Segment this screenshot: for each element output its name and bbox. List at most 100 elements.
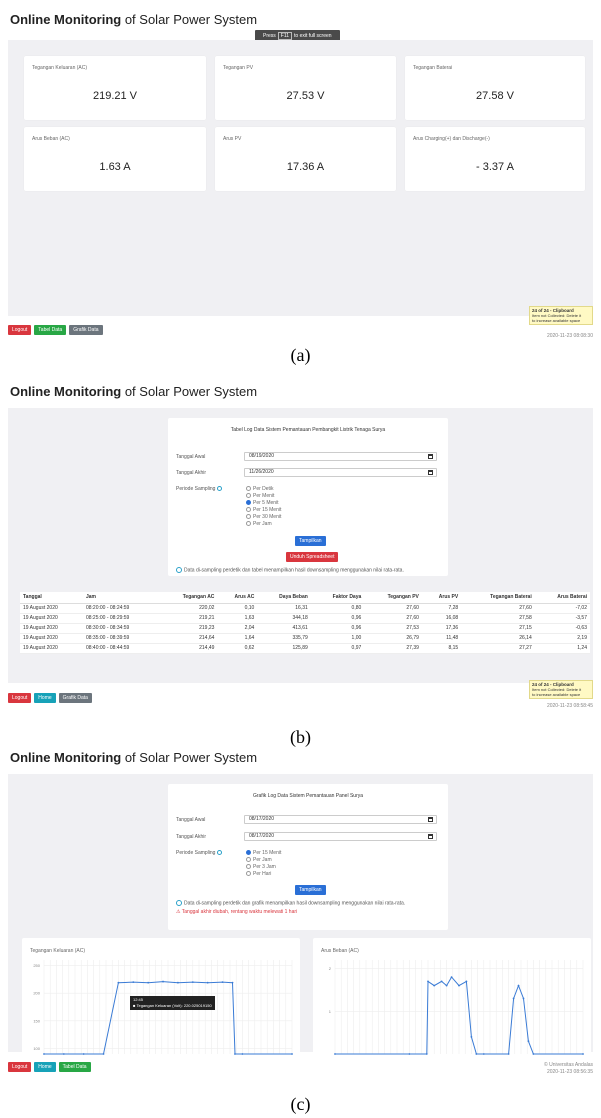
- unduh-spreadsheet-button[interactable]: Unduh Spreadsheet: [286, 552, 339, 562]
- logout-button[interactable]: Logout: [8, 325, 32, 335]
- radio-per-3-jam[interactable]: Per 3 Jam: [246, 864, 276, 870]
- tabel-data-button[interactable]: Tabel Data: [34, 325, 67, 335]
- app-title: Online Monitoring of Solar Power System: [10, 12, 258, 27]
- nav-buttons: Logout Home Tabel Data: [8, 1062, 91, 1072]
- radio-selected-icon: [246, 500, 251, 506]
- table-cell: 27,15: [461, 623, 535, 634]
- data-point: [221, 981, 224, 984]
- card-tegangan-pv: Tegangan PV 27.53 V: [215, 56, 396, 120]
- calendar-icon[interactable]: [428, 817, 433, 822]
- home-button[interactable]: Home: [34, 1062, 56, 1072]
- data-point: [231, 981, 234, 984]
- tabel-data-button[interactable]: Tabel Data: [58, 1062, 91, 1072]
- tampilkan-button[interactable]: Tampilkan: [295, 885, 326, 895]
- tanggal-akhir-input[interactable]: 08/17/2020: [244, 832, 437, 841]
- radio-per-menit[interactable]: Per Menit: [246, 493, 274, 499]
- data-point: [445, 984, 448, 987]
- radio-per-30-menit[interactable]: Per 30 Menit: [246, 514, 281, 520]
- table-cell: 27,60: [364, 603, 422, 614]
- col-tegangan-pv[interactable]: Tegangan PV: [364, 592, 422, 604]
- table-cell: 08:30:00 - 08:34:59: [82, 623, 160, 634]
- table-cell: 26,14: [461, 633, 535, 644]
- tanggal-awal-input[interactable]: 08/17/2020: [244, 815, 437, 824]
- table-cell: 08:35:00 - 08:39:59: [82, 633, 160, 644]
- radio-per-jam[interactable]: Per Jam: [246, 857, 272, 863]
- home-button[interactable]: Home: [34, 693, 56, 703]
- data-point: [522, 997, 525, 1000]
- table-cell: 27,58: [461, 613, 535, 624]
- timestamp: 2020-11-23 08:08:30: [546, 333, 593, 339]
- tampilkan-button[interactable]: Tampilkan: [295, 536, 326, 546]
- tanggal-awal-input[interactable]: 08/19/2020: [244, 452, 437, 461]
- radio-per-15-menit[interactable]: Per 15 Menit: [246, 850, 281, 856]
- grafik-data-button[interactable]: Grafik Data: [58, 693, 92, 703]
- table-cell: 0,96: [310, 623, 365, 634]
- app-title: Online Monitoring of Solar Power System: [10, 750, 258, 765]
- card-value: 27.53 V: [286, 90, 325, 102]
- logout-button[interactable]: Logout: [8, 693, 32, 703]
- radio-per-15-menit[interactable]: Per 15 Menit: [246, 507, 281, 513]
- card-label: Tegangan Keluaran (AC): [32, 65, 88, 71]
- data-point: [43, 1053, 45, 1055]
- log-area: Tabel Log Data Sistem Pemantauan Pembang…: [8, 408, 593, 683]
- table-cell: 220,02: [159, 603, 218, 614]
- table-cell: 16,31: [257, 603, 311, 614]
- data-point: [512, 997, 515, 1000]
- col-tanggal[interactable]: Tanggal: [20, 592, 83, 604]
- y-tick-label: 100: [33, 1046, 40, 1051]
- data-point: [427, 980, 429, 983]
- col-daya-beban[interactable]: Daya Beban: [257, 592, 311, 604]
- card-arus-charging: Arus Charging(+) dan Discharge(-) - 3.37 …: [405, 127, 585, 191]
- radio-per-5-menit[interactable]: Per 5 Menit: [246, 500, 279, 506]
- table-cell: 26,79: [364, 633, 422, 644]
- data-point: [334, 1053, 336, 1055]
- table-cell: 08:25:00 - 08:29:59: [82, 613, 160, 624]
- table-row: 19 August 2020 08:20:00 - 08:24:59 220,02 0…: [20, 603, 590, 614]
- table-cell: 344,18: [257, 613, 311, 624]
- grafik-data-button[interactable]: Grafik Data: [69, 325, 103, 335]
- table-cell: 8,15: [421, 643, 462, 654]
- data-point: [532, 1053, 535, 1055]
- tanggal-akhir-label: Tanggal Akhir: [176, 834, 207, 840]
- col-faktor-daya[interactable]: Faktor Daya: [310, 592, 365, 604]
- data-point: [241, 1053, 244, 1055]
- radio-icon: [246, 486, 251, 492]
- logout-button[interactable]: Logout: [8, 1062, 32, 1072]
- card-value: 27.58 V: [476, 90, 514, 102]
- col-arus-pv[interactable]: Arus PV: [421, 592, 462, 604]
- data-point: [162, 980, 164, 983]
- card-label: Tegangan Baterai: [413, 65, 453, 71]
- calendar-icon[interactable]: [428, 834, 433, 839]
- radio-per-detik[interactable]: Per Detik: [246, 486, 274, 492]
- info-icon[interactable]: [217, 486, 223, 492]
- card-tegangan-ac: Tegangan Keluaran (AC) 219.21 V: [24, 56, 206, 120]
- chart-tooltip: 12:45 ■ Tegangan Keluaran (Volt): 220.025…: [130, 996, 215, 1010]
- calendar-icon[interactable]: [428, 454, 433, 459]
- info-icon: [176, 567, 182, 573]
- col-arus-ac[interactable]: Arus AC: [217, 592, 258, 604]
- table-cell: 0,10: [217, 603, 258, 614]
- table-cell: 27,39: [364, 643, 422, 654]
- radio-per-jam[interactable]: Per Jam: [246, 521, 272, 527]
- card-arus-beban: Arus Beban (AC) 1.63 A: [24, 127, 206, 191]
- col-jam[interactable]: Jam: [82, 592, 160, 604]
- table-cell: 1,24: [534, 643, 590, 654]
- data-point: [475, 1053, 478, 1055]
- table-cell: 19 August 2020: [20, 643, 83, 654]
- info-icon[interactable]: [217, 850, 223, 856]
- col-tegangan-baterai[interactable]: Tegangan Baterai: [461, 592, 535, 604]
- table-cell: -3,57: [534, 613, 590, 624]
- table-cell: 214,64: [159, 633, 218, 644]
- grafik-form: Grafik Log Data Sistem Pemantauan Panel …: [168, 784, 448, 930]
- tanggal-awal-label: Tanggal Awal: [176, 817, 206, 823]
- table-cell: 16,08: [421, 613, 462, 624]
- col-tegangan-ac[interactable]: Tegangan AC: [159, 592, 218, 604]
- col-arus-baterai[interactable]: Arus Baterai: [534, 592, 590, 604]
- tanggal-akhir-input[interactable]: 11/26/2020: [244, 468, 437, 477]
- radio-per-hari[interactable]: Per Hari: [246, 871, 271, 877]
- table-cell: 08:20:00 - 08:24:59: [82, 603, 160, 614]
- data-point: [458, 984, 460, 987]
- table-cell: 27,60: [461, 603, 535, 614]
- calendar-icon[interactable]: [428, 470, 433, 475]
- table-cell: 27,60: [364, 613, 422, 624]
